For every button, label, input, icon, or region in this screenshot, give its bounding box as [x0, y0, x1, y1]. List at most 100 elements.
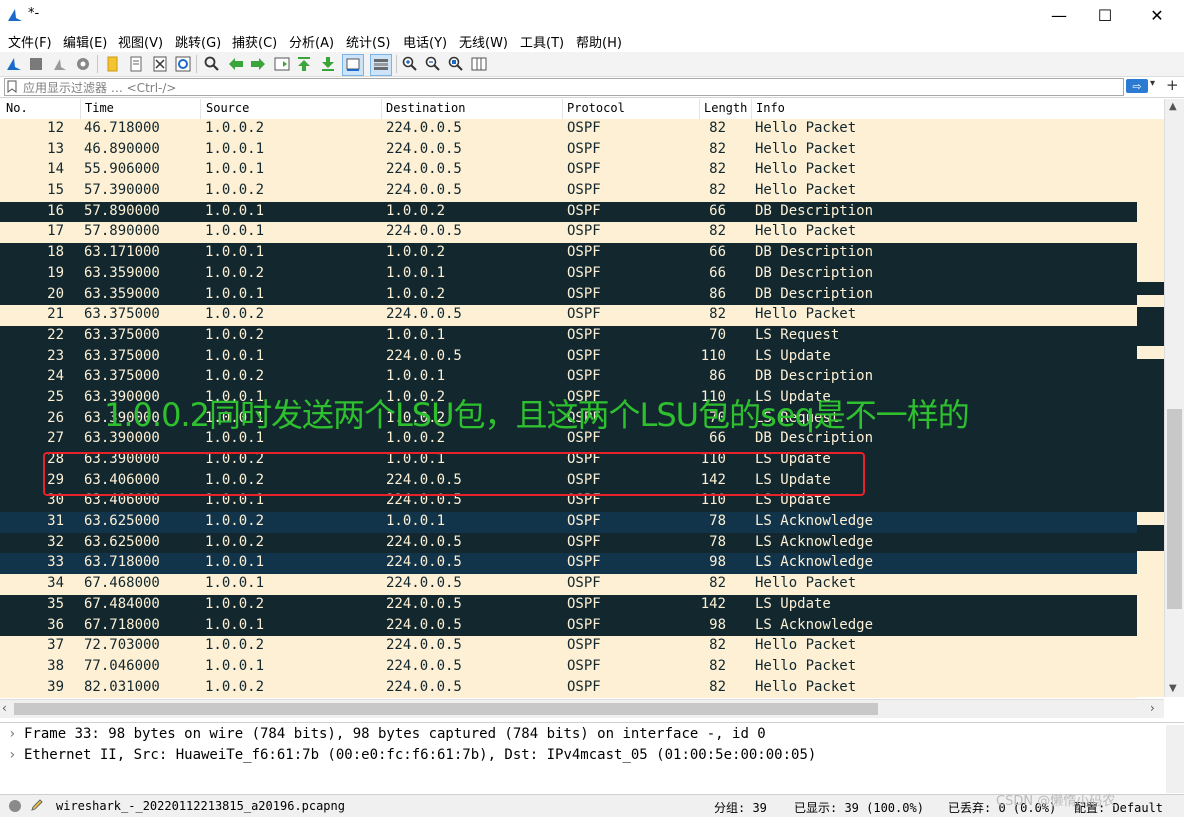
packet-cell-time: 57.390000 [84, 182, 160, 199]
packet-row[interactable]: 32 63.625000 1.0.0.2 224.0.0.5 OSPF 78 LS Ackn… [0, 532, 1137, 554]
go-first-icon[interactable] [294, 54, 314, 74]
lsu-highlight-box [43, 452, 865, 496]
detail-row-frame[interactable]: › Frame 33: 98 bytes on wire (784 bits), … [8, 726, 766, 742]
packet-row[interactable]: 36 67.718000 1.0.0.1 224.0.0.5 OSPF 98 LS Ackn… [0, 615, 1137, 637]
packet-row[interactable]: 22 63.375000 1.0.0.2 1.0.0.1 OSPF 70 LS Reques… [0, 325, 1137, 347]
packet-cell-dst: 224.0.0.5 [386, 182, 462, 199]
packet-row[interactable]: 21 63.375000 1.0.0.2 224.0.0.5 OSPF 82 Hello P… [0, 305, 1137, 326]
expand-chevron-icon[interactable]: › [8, 726, 24, 742]
menu-edit[interactable]: 编辑(E) [63, 32, 107, 51]
menu-help[interactable]: 帮助(H) [576, 32, 622, 51]
packet-row[interactable]: 19 63.359000 1.0.0.2 1.0.0.1 OSPF 66 DB Descri… [0, 263, 1137, 285]
packet-row[interactable]: 38 77.046000 1.0.0.1 224.0.0.5 OSPF 82 Hello P… [0, 656, 1137, 678]
packet-cell-time: 63.375000 [84, 368, 160, 385]
reload-file-icon[interactable] [173, 54, 193, 74]
expand-chevron-icon[interactable]: › [8, 747, 24, 763]
save-file-icon[interactable] [126, 54, 146, 74]
column-header-source[interactable]: Source [206, 101, 249, 115]
scroll-up-arrow-icon[interactable]: ▲ [1169, 101, 1177, 112]
go-to-packet-icon[interactable] [272, 54, 292, 74]
capture-options-icon[interactable] [73, 54, 93, 74]
go-back-icon[interactable] [226, 54, 246, 74]
menu-wireless[interactable]: 无线(W) [459, 32, 508, 51]
minimap-mark [1137, 524, 1164, 538]
go-last-icon[interactable] [318, 54, 338, 74]
packet-row[interactable]: 24 63.375000 1.0.0.2 1.0.0.1 OSPF 86 DB Descri… [0, 367, 1137, 388]
edit-comment-icon[interactable] [30, 798, 44, 812]
menu-go[interactable]: 跳转(G) [175, 32, 221, 51]
packet-row[interactable]: 13 46.890000 1.0.0.1 224.0.0.5 OSPF 82 Hello P… [0, 139, 1137, 161]
menu-telephony[interactable]: 电话(Y) [403, 32, 447, 51]
packet-row[interactable]: 33 63.718000 1.0.0.1 224.0.0.5 OSPF 98 LS Ackn… [0, 553, 1137, 575]
close-button[interactable]: ✕ [1134, 0, 1180, 30]
packet-row[interactable]: 37 72.703000 1.0.0.2 224.0.0.5 OSPF 82 Hello P… [0, 636, 1137, 657]
packet-list-vertical-scrollbar[interactable]: ▲ ▼ [1164, 99, 1184, 697]
packet-cell-info: DB Description [755, 202, 874, 219]
packet-row[interactable]: 15 57.390000 1.0.0.2 224.0.0.5 OSPF 82 Hello P… [0, 181, 1137, 202]
zoom-in-icon[interactable] [400, 54, 420, 74]
packet-cell-proto: OSPF [567, 285, 601, 302]
display-filter-input[interactable]: 应用显示过滤器 … <Ctrl-/> [4, 78, 1124, 96]
scroll-down-arrow-icon[interactable]: ▼ [1169, 683, 1177, 694]
packet-row[interactable]: 34 67.468000 1.0.0.1 224.0.0.5 OSPF 82 Hello P… [0, 574, 1137, 595]
colorize-icon[interactable] [370, 54, 392, 76]
column-header-no[interactable]: No. [6, 101, 28, 115]
packet-row[interactable]: 14 55.906000 1.0.0.1 224.0.0.5 OSPF 82 Hello P… [0, 160, 1137, 182]
packet-row[interactable]: 16 57.890000 1.0.0.1 1.0.0.2 OSPF 66 DB Descri… [0, 201, 1137, 223]
shark-fin-start-icon[interactable] [4, 54, 24, 74]
vertical-scroll-thumb[interactable] [1167, 409, 1182, 609]
packet-row[interactable]: 31 63.625000 1.0.0.2 1.0.0.1 OSPF 78 LS Acknow… [0, 512, 1137, 533]
packet-cell-len: 82 [709, 140, 726, 157]
minimap-mark [1137, 460, 1164, 474]
zoom-out-icon[interactable] [423, 54, 443, 74]
menu-file[interactable]: 文件(F) [8, 32, 52, 51]
column-header-protocol[interactable]: Protocol [567, 101, 625, 115]
add-filter-button-icon[interactable]: + [1166, 76, 1179, 94]
column-header-destination[interactable]: Destination [386, 101, 465, 115]
auto-scroll-icon[interactable] [342, 54, 364, 76]
capture-status-icon[interactable] [8, 799, 22, 813]
packet-row[interactable]: 35 67.484000 1.0.0.2 224.0.0.5 OSPF 142 LS Upd… [0, 594, 1137, 616]
close-file-icon[interactable] [150, 54, 170, 74]
packet-row[interactable]: 17 57.890000 1.0.0.1 224.0.0.5 OSPF 82 Hello P… [0, 222, 1137, 244]
packet-minimap[interactable] [1137, 119, 1164, 697]
go-forward-icon[interactable] [248, 54, 268, 74]
packet-list-horizontal-scrollbar[interactable]: ‹ › [0, 699, 1164, 718]
packet-cell-src: 1.0.0.1 [205, 657, 265, 674]
packet-cell-dst: 1.0.0.1 [386, 326, 446, 343]
scroll-right-arrow-icon[interactable]: › [1150, 701, 1155, 715]
column-header-info[interactable]: Info [756, 101, 785, 115]
minimize-button[interactable]: — [1036, 0, 1082, 30]
stop-capture-icon[interactable] [26, 54, 46, 74]
packet-cell-proto: OSPF [567, 306, 601, 323]
packet-row[interactable]: 23 63.375000 1.0.0.1 224.0.0.5 OSPF 110 LS Upd… [0, 346, 1137, 368]
details-vertical-scrollbar[interactable] [1166, 725, 1184, 793]
maximize-button[interactable]: ☐ [1082, 0, 1128, 30]
packet-row[interactable]: 39 82.031000 1.0.0.2 224.0.0.5 OSPF 82 Hello P… [0, 677, 1137, 699]
packet-row[interactable]: 18 63.171000 1.0.0.1 1.0.0.2 OSPF 66 DB Descri… [0, 243, 1137, 264]
horizontal-scroll-thumb[interactable] [14, 703, 878, 715]
bookmark-icon[interactable] [7, 80, 17, 93]
menu-capture[interactable]: 捕获(C) [232, 32, 277, 51]
restart-capture-icon[interactable] [50, 54, 70, 74]
menu-statistics[interactable]: 统计(S) [346, 32, 390, 51]
scroll-left-arrow-icon[interactable]: ‹ [2, 701, 7, 715]
packet-row[interactable]: 20 63.359000 1.0.0.1 1.0.0.2 OSPF 86 DB Descri… [0, 284, 1137, 306]
menu-view[interactable]: 视图(V) [118, 32, 163, 51]
apply-filter-button[interactable]: ⇨ [1126, 79, 1148, 93]
packet-cell-info: Hello Packet [755, 161, 857, 178]
find-packet-icon[interactable] [202, 54, 222, 74]
menu-tools[interactable]: 工具(T) [520, 32, 564, 51]
resize-columns-icon[interactable] [469, 54, 489, 74]
column-header-length[interactable]: Length [704, 101, 747, 115]
open-file-icon[interactable] [102, 54, 122, 74]
zoom-normal-icon[interactable] [446, 54, 466, 74]
packet-cell-len: 82 [709, 678, 726, 695]
packet-row[interactable]: 12 46.718000 1.0.0.2 224.0.0.5 OSPF 82 Hello P… [0, 119, 1137, 140]
packet-cell-info: LS Acknowledge [755, 554, 874, 571]
packet-cell-no: 25 [47, 388, 64, 405]
column-header-time[interactable]: Time [85, 101, 114, 115]
menu-analyze[interactable]: 分析(A) [289, 32, 334, 51]
filter-history-dropdown-icon[interactable]: ▾ [1150, 78, 1155, 89]
detail-row-ethernet[interactable]: › Ethernet II, Src: HuaweiTe_f6:61:7b (00… [8, 747, 816, 763]
